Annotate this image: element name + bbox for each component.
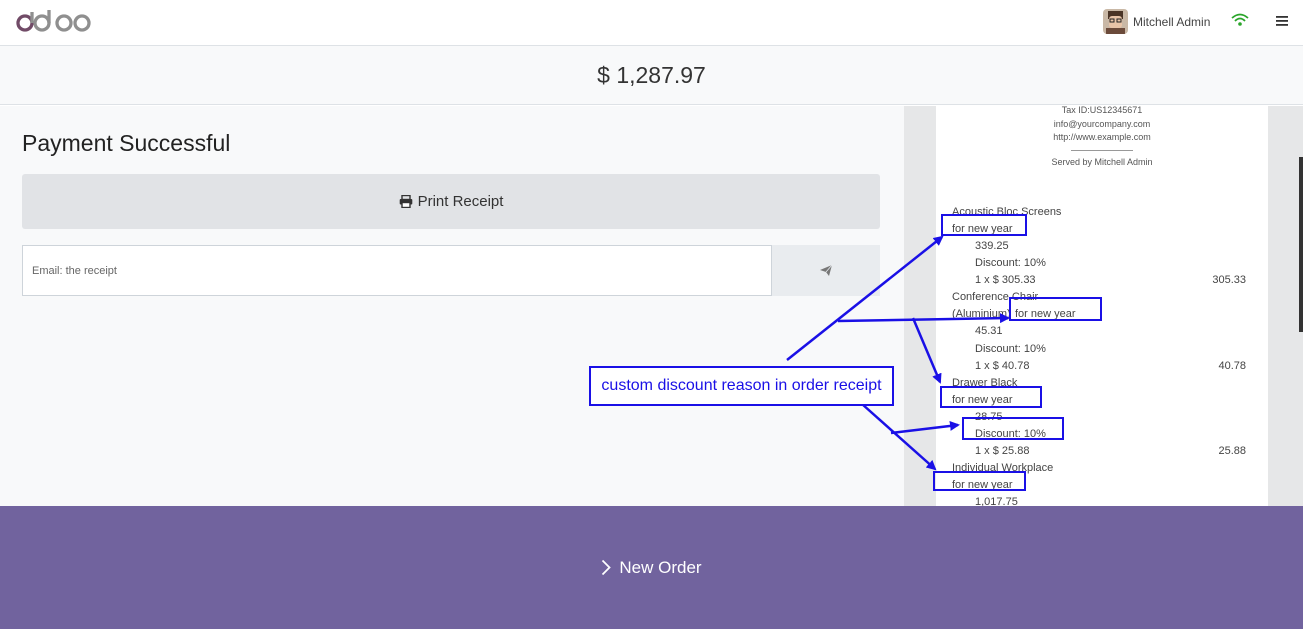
receipt-line-price: 305.33	[1212, 274, 1246, 286]
receipt-line-name-cont: (Aluminium)	[952, 308, 1011, 320]
page-title: Payment Successful	[22, 130, 231, 156]
receipt-tax-id: Tax ID:US12345671	[1061, 106, 1143, 115]
annotation-box	[933, 471, 1026, 491]
new-order-label: New Order	[619, 557, 702, 577]
receipt-line-qty: 1 x $ 25.88	[975, 445, 1030, 457]
receipt-line-unit: 1,017.75	[975, 496, 1018, 506]
receipt-line-unit: 339.25	[975, 240, 1009, 252]
receipt-line-price: 40.78	[1218, 360, 1246, 372]
receipt-line-qty: 1 x $ 40.78	[975, 360, 1030, 372]
chevron-right-icon	[602, 559, 612, 576]
print-receipt-label: Print Receipt	[417, 193, 504, 210]
annotation-callout: custom discount reason in order receipt	[589, 366, 894, 406]
receipt-email: info@yourcompany.com	[1053, 119, 1151, 129]
receipt-scrollbar[interactable]	[1299, 157, 1303, 332]
print-receipt-button[interactable]: Print Receipt	[22, 174, 880, 229]
hamburger-icon[interactable]	[1276, 15, 1288, 27]
wifi-icon[interactable]	[1231, 13, 1249, 27]
send-email-button[interactable]	[772, 245, 880, 296]
receipt-divider	[1071, 150, 1133, 151]
order-total: $ 1,287.97	[597, 61, 706, 88]
payment-pane: Payment Successful Print Receipt Email: …	[0, 106, 904, 506]
odoo-logo[interactable]	[16, 6, 96, 40]
receipt-line-price: 25.88	[1218, 445, 1246, 457]
paper-plane-icon	[820, 265, 832, 276]
receipt-served-by: Served by Mitchell Admin	[1051, 157, 1153, 167]
user-name: Mitchell Admin	[1133, 14, 1211, 29]
annotation-box	[962, 417, 1064, 440]
printer-icon	[399, 195, 412, 208]
order-total-bar: $ 1,287.97	[0, 46, 1303, 105]
email-placeholder: Email: the receipt	[32, 264, 117, 277]
receipt: Tax ID:US12345671 info@yourcompany.com h…	[936, 106, 1268, 506]
receipt-website: http://www.example.com	[1053, 132, 1151, 142]
top-navbar: Mitchell Admin	[0, 0, 1303, 46]
annotation-box	[1009, 297, 1102, 321]
annotation-box	[940, 386, 1042, 408]
annotation-callout-text: custom discount reason in order receipt	[601, 377, 882, 394]
receipt-line-discount: Discount: 10%	[975, 257, 1046, 269]
user-menu[interactable]: Mitchell Admin	[1103, 9, 1210, 34]
avatar	[1103, 9, 1128, 34]
receipt-line-discount: Discount: 10%	[975, 343, 1046, 355]
new-order-button[interactable]: New Order	[0, 506, 1303, 629]
receipt-line-unit: 45.31	[975, 325, 1003, 337]
email-receipt-input[interactable]: Email: the receipt	[22, 245, 772, 296]
receipt-line-qty: 1 x $ 305.33	[975, 274, 1036, 286]
receipt-preview-pane: Tax ID:US12345671 info@yourcompany.com h…	[904, 106, 1303, 506]
annotation-box	[941, 214, 1027, 236]
